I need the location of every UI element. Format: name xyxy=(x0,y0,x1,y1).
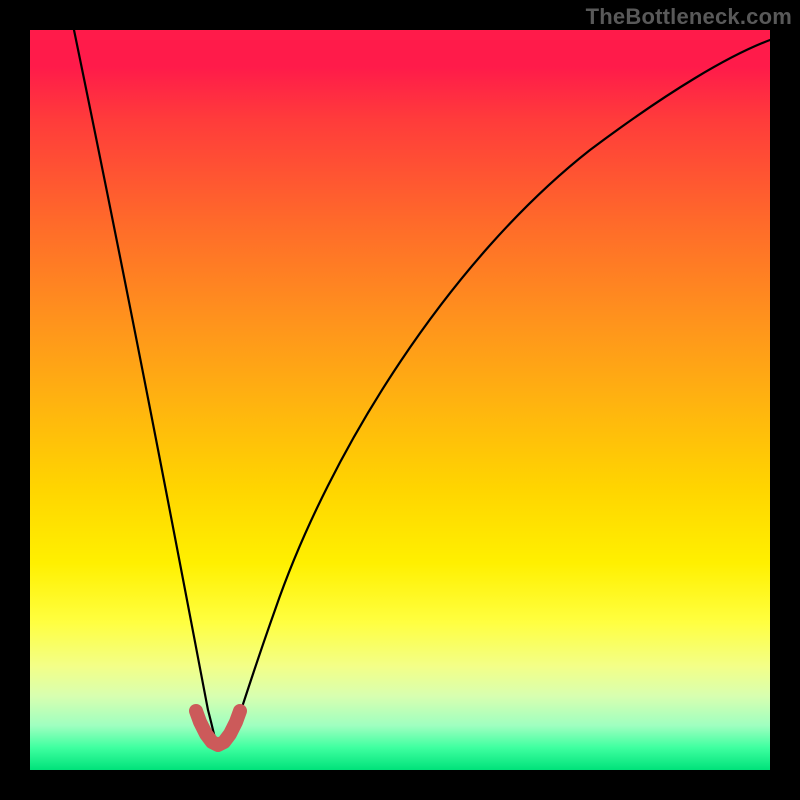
watermark-text: TheBottleneck.com xyxy=(586,4,792,30)
chart-svg xyxy=(30,30,770,770)
plot-area xyxy=(30,30,770,770)
trough-marker xyxy=(196,711,240,745)
bottleneck-curve xyxy=(74,30,770,748)
chart-frame: TheBottleneck.com xyxy=(0,0,800,800)
